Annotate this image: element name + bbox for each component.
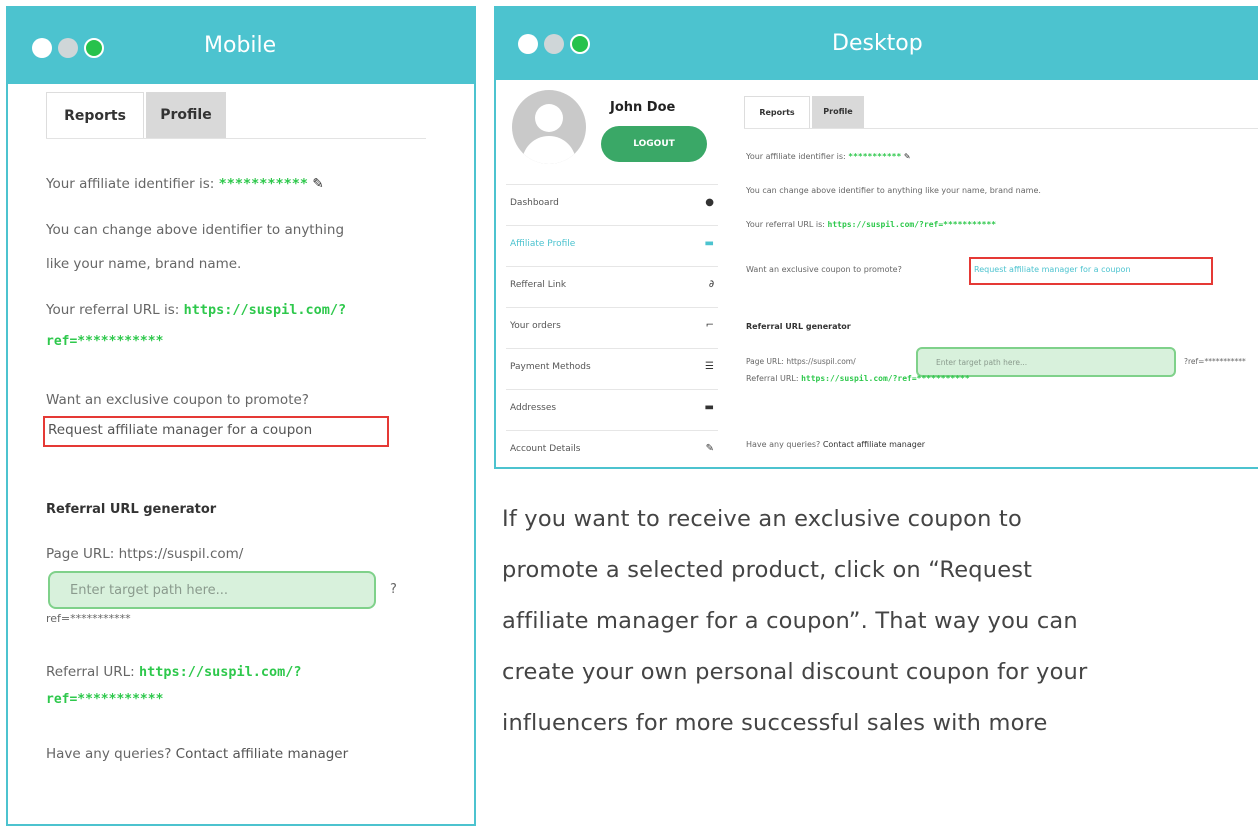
explanation-paragraph: If you want to receive an exclusive coup… [502,494,1258,749]
target-path-placeholder: Enter target path here... [70,583,229,598]
queries-row: Have any queries? Contact affiliate mana… [746,440,925,449]
sidebar-item-account-details[interactable]: Account Details ✎ [506,430,718,465]
logout-button[interactable]: LOGOUT [601,126,707,162]
tab-profile[interactable]: Profile [146,92,226,138]
coupon-request-link[interactable]: Request affiliate manager for a coupon [48,422,312,438]
paragraph-line: affiliate manager for a coupon”. That wa… [502,608,1078,634]
sidebar-item-affiliate-profile[interactable]: Affiliate Profile ▬ [506,225,718,266]
close-dot-icon[interactable] [518,34,538,54]
question-mark: ? [390,582,397,597]
identifier-row: Your affiliate identifier is: **********… [46,176,324,192]
generator-heading: Referral URL generator [746,322,851,331]
referral-out-label: Referral URL: [46,664,139,680]
referral-url-2[interactable]: ref=*********** [46,334,163,349]
minimize-dot-icon[interactable] [58,38,78,58]
paragraph-line: create your own personal discount coupon… [502,659,1088,685]
referral-out[interactable]: https://suspil.com/?ref=*********** [801,374,970,383]
ref-suffix: ?ref=*********** [1184,357,1246,366]
referral-row-1: Your referral URL is: https://suspil.com… [46,302,346,318]
sidebar-item-refferal-link[interactable]: Refferal Link ∂ [506,266,718,307]
paragraph-line: If you want to receive an exclusive coup… [502,506,1022,532]
sidebar-item-payment-methods[interactable]: Payment Methods ☰ [506,348,718,389]
mobile-title: Mobile [204,33,277,58]
target-path-input[interactable]: Enter target path here... [48,571,376,609]
paragraph-line: promote a selected product, click on “Re… [502,557,1033,583]
pencil-icon[interactable]: ✎ [312,176,323,192]
target-path-input[interactable]: Enter target path here... [916,347,1176,377]
coupon-question: Want an exclusive coupon to promote? [46,392,309,408]
payment-icon: ☰ [705,361,714,372]
referral-url-1[interactable]: https://suspil.com/? [184,302,347,318]
coupon-request-link[interactable]: Request affiliate manager for a coupon [974,265,1131,274]
account-icon: ✎ [705,443,714,454]
maximize-dot-icon[interactable] [570,34,590,54]
referral-out-row: Referral URL: https://suspil.com/?ref=**… [746,374,970,383]
close-dot-icon[interactable] [32,38,52,58]
paragraph-line: influencers for more successful sales wi… [502,710,1048,736]
ref-suffix: ref=*********** [46,612,131,625]
target-path-placeholder: Enter target path here... [936,358,1028,367]
page-url-label: Page URL: https://suspil.com/ [746,357,856,366]
tab-divider [744,128,1258,129]
contact-manager-link[interactable]: Contact affiliate manager [823,440,925,449]
referral-row: Your referral URL is: https://suspil.com… [746,220,996,229]
window-controls [32,38,104,58]
change-text: You can change above identifier to anyth… [746,186,1041,195]
link-icon: ∂ [708,279,714,290]
referral-url[interactable]: https://suspil.com/?ref=*********** [828,220,997,229]
sidebar-item-addresses[interactable]: Addresses ▬ [506,389,718,430]
referral-label: Your referral URL is: [46,302,184,318]
identifier-label: Your affiliate identifier is: [746,152,849,161]
referral-out-1[interactable]: https://suspil.com/? [139,664,302,680]
orders-icon: ⌐ [705,320,714,331]
minimize-dot-icon[interactable] [544,34,564,54]
sidebar-item-your-orders[interactable]: Your orders ⌐ [506,307,718,348]
identifier-value: *********** [848,152,902,161]
desktop-window: Desktop John Doe LOGOUT Dashboard ● Affi… [494,6,1258,469]
window-controls [518,34,590,54]
mobile-window: Mobile Reports Profile Your affiliate id… [6,6,476,826]
sidebar-item-dashboard[interactable]: Dashboard ● [506,184,718,225]
mobile-titlebar: Mobile [8,8,474,84]
queries-label: Have any queries? [746,440,823,449]
queries-label: Have any queries? [46,746,176,762]
profile-sidebar: John Doe LOGOUT Dashboard ● Affiliate Pr… [506,84,718,464]
tab-reports[interactable]: Reports [744,96,810,128]
desktop-titlebar: Desktop [496,8,1258,80]
coupon-question: Want an exclusive coupon to promote? [746,265,902,274]
referral-out-label: Referral URL: [746,374,802,383]
desktop-title: Desktop [832,31,923,56]
referral-out-row-1: Referral URL: https://suspil.com/? [46,664,302,680]
user-name: John Doe [610,100,676,115]
profile-icon: ▬ [704,238,714,249]
tab-reports[interactable]: Reports [46,92,144,138]
page-url-label: Page URL: https://suspil.com/ [46,546,244,562]
queries-row: Have any queries? Contact affiliate mana… [46,746,348,762]
dashboard-icon: ● [705,197,714,208]
identifier-row: Your affiliate identifier is: **********… [746,152,911,161]
avatar [512,90,586,164]
address-icon: ▬ [704,402,714,413]
generator-heading: Referral URL generator [46,502,217,517]
maximize-dot-icon[interactable] [84,38,104,58]
contact-manager-link[interactable]: Contact affiliate manager [176,746,348,762]
referral-label: Your referral URL is: [746,220,828,229]
referral-out-2[interactable]: ref=*********** [46,692,163,707]
change-text-1: You can change above identifier to anyth… [46,222,345,238]
tab-profile[interactable]: Profile [812,96,864,128]
tab-divider [46,138,426,139]
identifier-label: Your affiliate identifier is: [46,176,219,192]
pencil-icon[interactable]: ✎ [904,152,911,161]
change-text-2: like your name, brand name. [46,256,242,272]
identifier-value: *********** [218,176,309,192]
